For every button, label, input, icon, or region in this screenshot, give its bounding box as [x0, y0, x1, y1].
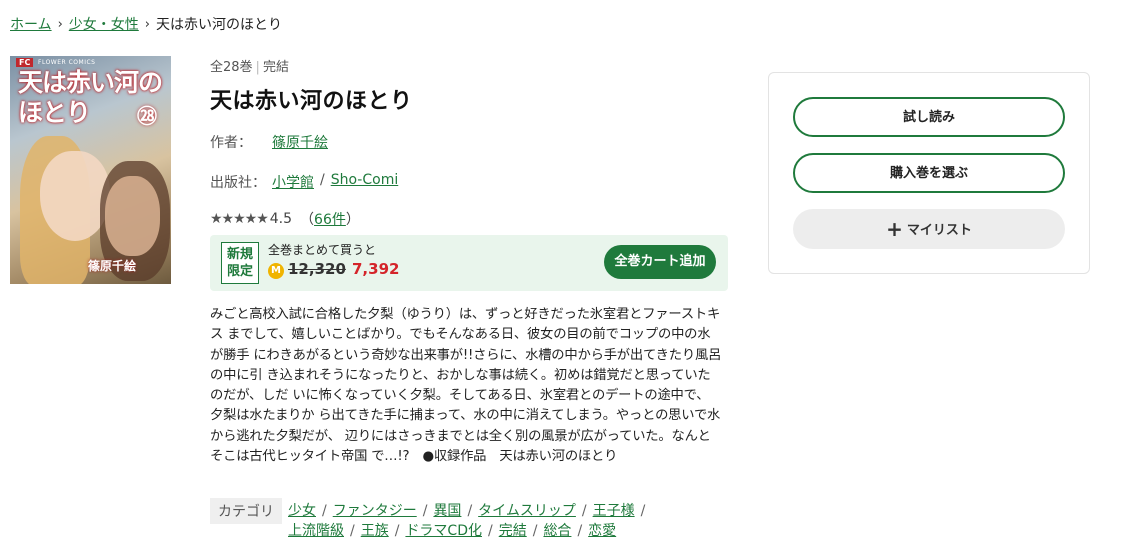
- breadcrumb: ホーム › 少女・女性 › 天は赤い河のほとり: [10, 14, 282, 34]
- cover-art-face-2: [105, 176, 160, 256]
- category-link[interactable]: 少女: [288, 503, 316, 519]
- book-info: 全28巻 | 完結 天は赤い河のほとり 作者： 篠原千絵 出版社： 小学館 / Sh…: [210, 56, 730, 539]
- coin-icon: M: [268, 263, 284, 279]
- divider: /: [581, 503, 587, 519]
- badge-line1: 新規: [226, 247, 253, 262]
- divider: /: [467, 503, 473, 519]
- author-row: 作者： 篠原千絵: [210, 132, 730, 152]
- bulk-purchase-promo: 新規 限定 全巻まとめて買うと M 12,320 7,392 全巻カート追加: [210, 235, 728, 291]
- page-title: 天は赤い河のほとり: [210, 89, 413, 114]
- author-label: 作者：: [210, 135, 252, 151]
- review-count-link[interactable]: 66件: [314, 212, 346, 228]
- completion-status: 完結: [262, 60, 289, 75]
- divider: /: [422, 503, 428, 519]
- category-link[interactable]: ドラマCD化: [405, 523, 482, 539]
- breadcrumb-category-link[interactable]: 少女・女性: [69, 14, 139, 34]
- author-link[interactable]: 篠原千絵: [272, 132, 328, 152]
- breadcrumb-current: 天は赤い河のほとり: [156, 17, 282, 33]
- purchase-panel: 試し読み 購入巻を選ぶ + マイリスト: [768, 72, 1090, 274]
- discount-price: 7,392: [352, 260, 400, 278]
- category-section: カテゴリ 少女 / ファンタジー / 異国 / タイムスリップ / 王子様 / 上流階級 / 王族 / ドラ…: [210, 498, 730, 541]
- select-volume-button[interactable]: 購入巻を選ぶ: [793, 153, 1065, 193]
- category-link[interactable]: 総合: [543, 523, 571, 539]
- mylist-label: マイリスト: [906, 223, 972, 238]
- rating-row: ★★★★★ 4.5 （66件）: [210, 209, 730, 229]
- category-link[interactable]: 異国: [433, 503, 461, 519]
- rating-value: 4.5: [269, 211, 293, 227]
- divider: /: [577, 523, 583, 539]
- cover-title-line1: 天は赤い河の: [18, 68, 163, 97]
- divider: /: [322, 503, 327, 519]
- chevron-right-icon: ›: [144, 16, 150, 32]
- review-count: （66件）: [300, 209, 360, 229]
- add-all-to-cart-button[interactable]: 全巻カート追加: [604, 245, 716, 279]
- magazine-label-link[interactable]: Sho-Comi: [331, 172, 399, 192]
- badge-line2: 限定: [226, 264, 253, 279]
- category-label: カテゴリ: [210, 498, 282, 524]
- divider: /: [488, 523, 493, 539]
- divider: /: [394, 523, 400, 539]
- paren-close: ）: [345, 212, 360, 228]
- book-description: みごと高校入試に合格した夕梨（ゆうり）は、ずっと好きだった氷室君とファーストキス…: [210, 307, 722, 465]
- category-list: 少女 / ファンタジー / 異国 / タイムスリップ / 王子様 / 上流階級 / 王族 / ドラマCD化 /…: [288, 498, 668, 541]
- category-link[interactable]: 王族: [361, 523, 389, 539]
- publisher-link[interactable]: 小学館: [272, 172, 314, 192]
- publisher-label: 出版社：: [210, 175, 266, 191]
- volume-status: 全28巻 | 完結: [210, 56, 730, 75]
- cover-imprint-badge: FC: [16, 58, 34, 67]
- cover-imprint-label: FLOWER COMICS: [38, 59, 96, 66]
- chevron-right-icon: ›: [57, 16, 63, 32]
- plus-icon: +: [886, 217, 903, 241]
- publisher-row: 出版社： 小学館 / Sho-Comi: [210, 172, 730, 192]
- star-rating-icon: ★★★★★: [210, 211, 269, 227]
- promo-text: 全巻まとめて買うと: [268, 243, 377, 257]
- category-link[interactable]: 恋愛: [588, 523, 616, 539]
- divider: /: [320, 172, 325, 188]
- category-link[interactable]: 上流階級: [288, 523, 344, 539]
- divider: /: [532, 523, 538, 539]
- trial-read-button[interactable]: 試し読み: [793, 97, 1065, 137]
- new-user-limited-badge: 新規 限定: [221, 242, 259, 284]
- breadcrumb-home-link[interactable]: ホーム: [10, 14, 52, 34]
- paren-open: （: [300, 212, 315, 228]
- cover-volume-number: ㉘: [137, 104, 157, 128]
- volume-count: 全28巻: [210, 60, 253, 75]
- category-link[interactable]: ファンタジー: [333, 503, 417, 519]
- cover-author: 篠原千絵: [88, 259, 137, 273]
- book-cover-image[interactable]: FC FLOWER COMICS 天は赤い河の ほとり ㉘ 篠原千絵: [10, 56, 171, 284]
- category-link[interactable]: タイムスリップ: [478, 503, 576, 519]
- category-link[interactable]: 完結: [499, 523, 527, 539]
- divider: /: [640, 503, 646, 519]
- original-price: 12,320: [288, 260, 346, 278]
- divider: /: [350, 523, 355, 539]
- category-link[interactable]: 王子様: [593, 503, 635, 519]
- divider: |: [255, 60, 260, 75]
- add-mylist-button[interactable]: + マイリスト: [793, 209, 1065, 249]
